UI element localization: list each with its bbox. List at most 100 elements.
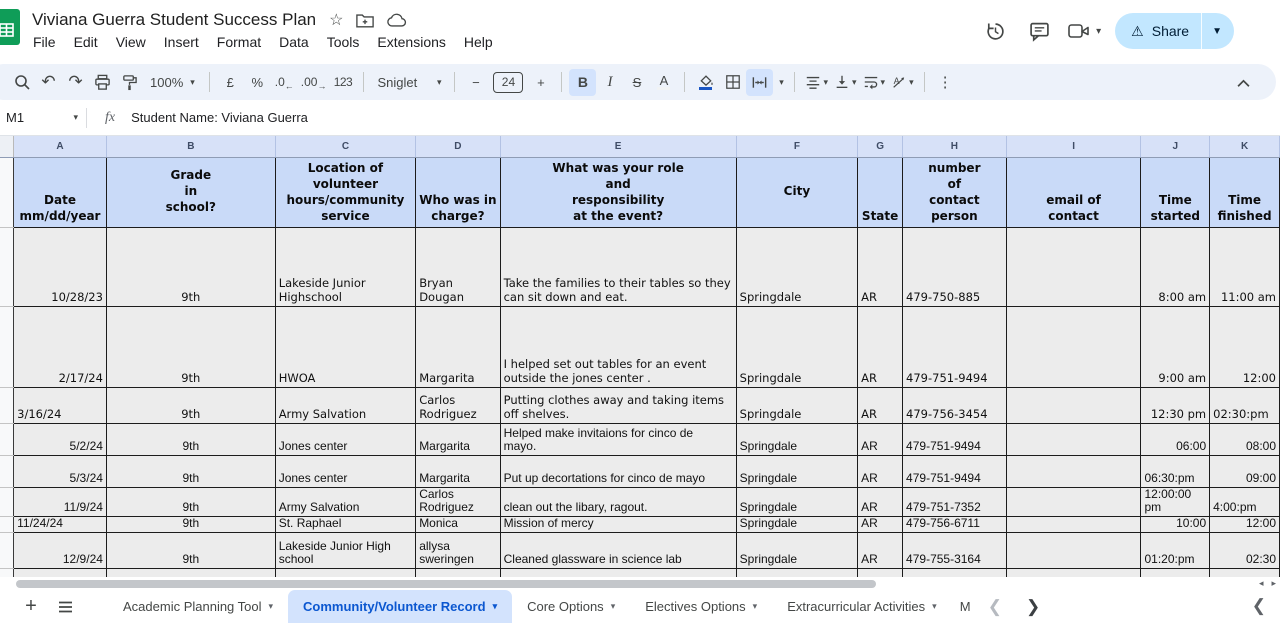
cell-K1[interactable]: Time finished: [1210, 157, 1280, 227]
comments-icon[interactable]: [1020, 13, 1058, 49]
fill-color-button[interactable]: [692, 69, 719, 96]
merge-dropdown-icon[interactable]: ▾: [773, 69, 787, 96]
cell-J3[interactable]: 9:00 am: [1141, 306, 1210, 387]
row-header-9[interactable]: [0, 532, 14, 568]
cell-K7[interactable]: 4:00:pm: [1210, 487, 1280, 516]
cell-J2[interactable]: 8:00 am: [1141, 227, 1210, 306]
avatar[interactable]: V: [1246, 16, 1276, 46]
cell-E3[interactable]: I helped set out tables for an event out…: [500, 306, 736, 387]
row-header-6[interactable]: [0, 455, 14, 487]
cell-D8[interactable]: Monica: [416, 516, 500, 532]
menu-insert[interactable]: Insert: [155, 33, 208, 51]
cell-G8[interactable]: AR: [858, 516, 903, 532]
cell-A8[interactable]: 11/24/24: [14, 516, 107, 532]
cell-E10[interactable]: [500, 568, 736, 577]
cell-F2[interactable]: Springdale: [736, 227, 858, 306]
menu-view[interactable]: View: [107, 33, 155, 51]
cell-E1[interactable]: What was your role and responsibility at…: [500, 157, 736, 227]
row-header-8[interactable]: [0, 516, 14, 532]
cell-K4[interactable]: 02:30:pm: [1210, 387, 1280, 423]
cell-F7[interactable]: Springdale: [736, 487, 858, 516]
row-header-10[interactable]: [0, 568, 14, 577]
cell-I1[interactable]: email of contact: [1006, 157, 1141, 227]
number-format-button[interactable]: 123: [329, 69, 356, 96]
cell-G7[interactable]: AR: [858, 487, 903, 516]
menu-extensions[interactable]: Extensions: [368, 33, 454, 51]
name-box-dropdown-icon[interactable]: ▾: [73, 112, 78, 123]
cell-K8[interactable]: 12:00: [1210, 516, 1280, 532]
cell-K3[interactable]: 12:00: [1210, 306, 1280, 387]
cell-E5[interactable]: Helped make invitaions for cinco de mayo…: [500, 423, 736, 455]
add-sheet-button[interactable]: +: [14, 590, 48, 623]
cell-J7[interactable]: 12:00:00 pm: [1141, 487, 1210, 516]
cell-I2[interactable]: [1006, 227, 1141, 306]
cell-H5[interactable]: 479-751-9494: [903, 423, 1007, 455]
cell-G3[interactable]: AR: [858, 306, 903, 387]
cell-F5[interactable]: Springdale: [736, 423, 858, 455]
redo-icon[interactable]: ↷: [62, 69, 89, 96]
borders-button[interactable]: [719, 69, 746, 96]
column-header-I[interactable]: I: [1006, 136, 1141, 157]
cell-D2[interactable]: Bryan Dougan: [416, 227, 500, 306]
cell-I10[interactable]: [1006, 568, 1141, 577]
cell-A10[interactable]: [14, 568, 107, 577]
name-box[interactable]: M1 ▾: [0, 110, 86, 125]
cell-D4[interactable]: Carlos Rodriguez: [416, 387, 500, 423]
column-header-H[interactable]: H: [903, 136, 1007, 157]
cell-I3[interactable]: [1006, 306, 1141, 387]
cell-C10[interactable]: [275, 568, 416, 577]
cell-J10[interactable]: [1141, 568, 1210, 577]
grid-corner[interactable]: [0, 136, 14, 157]
cell-F3[interactable]: Springdale: [736, 306, 858, 387]
column-header-B[interactable]: B: [106, 136, 275, 157]
cell-B7[interactable]: 9th: [106, 487, 275, 516]
cell-B3[interactable]: 9th: [106, 306, 275, 387]
cell-A7[interactable]: 11/9/24: [14, 487, 107, 516]
cell-B9[interactable]: 9th: [106, 532, 275, 568]
vertical-align-button[interactable]: ▾: [831, 69, 860, 96]
row-header-1[interactable]: [0, 157, 14, 227]
cell-A9[interactable]: 12/9/24: [14, 532, 107, 568]
cell-H1[interactable]: number of contact person: [903, 157, 1007, 227]
share-dropdown-icon[interactable]: ▼: [1202, 13, 1234, 49]
increase-decimal-button[interactable]: .00→: [298, 69, 330, 96]
cell-A1[interactable]: Date mm/dd/year: [14, 157, 107, 227]
sheet-tab-community-volunteer-record[interactable]: Community/Volunteer Record▾: [288, 590, 512, 623]
scroll-left-icon[interactable]: ◂: [1259, 578, 1264, 589]
text-color-button[interactable]: A: [650, 69, 677, 96]
menu-format[interactable]: Format: [208, 33, 270, 51]
undo-icon[interactable]: ↶: [35, 69, 62, 96]
cell-K9[interactable]: 02:30: [1210, 532, 1280, 568]
bold-button[interactable]: B: [569, 69, 596, 96]
column-header-E[interactable]: E: [500, 136, 736, 157]
cell-D1[interactable]: Who was in charge?: [416, 157, 500, 227]
cell-G4[interactable]: AR: [858, 387, 903, 423]
cell-E9[interactable]: Cleaned glassware in science lab: [500, 532, 736, 568]
cell-G9[interactable]: AR: [858, 532, 903, 568]
cell-A4[interactable]: 3/16/24: [14, 387, 107, 423]
column-header-D[interactable]: D: [416, 136, 500, 157]
strikethrough-button[interactable]: S: [623, 69, 650, 96]
search-icon[interactable]: [8, 69, 35, 96]
all-sheets-icon[interactable]: [48, 590, 82, 623]
cell-B6[interactable]: 9th: [106, 455, 275, 487]
side-panel-toggle-icon[interactable]: ❮: [1252, 596, 1266, 616]
cell-E6[interactable]: Put up decortations for cinco de mayo: [500, 455, 736, 487]
cell-H2[interactable]: 479-750-885: [903, 227, 1007, 306]
font-size-input[interactable]: 24: [493, 72, 523, 93]
text-wrap-button[interactable]: ▾: [860, 69, 889, 96]
document-title[interactable]: Viviana Guerra Student Success Plan: [32, 10, 316, 30]
decrease-decimal-button[interactable]: .0←: [271, 69, 298, 96]
cell-C8[interactable]: St. Raphael: [275, 516, 416, 532]
cell-H9[interactable]: 479-755-3164: [903, 532, 1007, 568]
column-header-F[interactable]: F: [736, 136, 858, 157]
cell-D5[interactable]: Margarita: [416, 423, 500, 455]
collapse-toolbar-icon[interactable]: [1232, 72, 1254, 94]
column-header-C[interactable]: C: [275, 136, 416, 157]
row-header-5[interactable]: [0, 423, 14, 455]
cell-H8[interactable]: 479-756-6711: [903, 516, 1007, 532]
row-header-4[interactable]: [0, 387, 14, 423]
row-header-3[interactable]: [0, 306, 14, 387]
scroll-right-icon[interactable]: ▸: [1271, 578, 1276, 589]
cell-J8[interactable]: 10:00: [1141, 516, 1210, 532]
